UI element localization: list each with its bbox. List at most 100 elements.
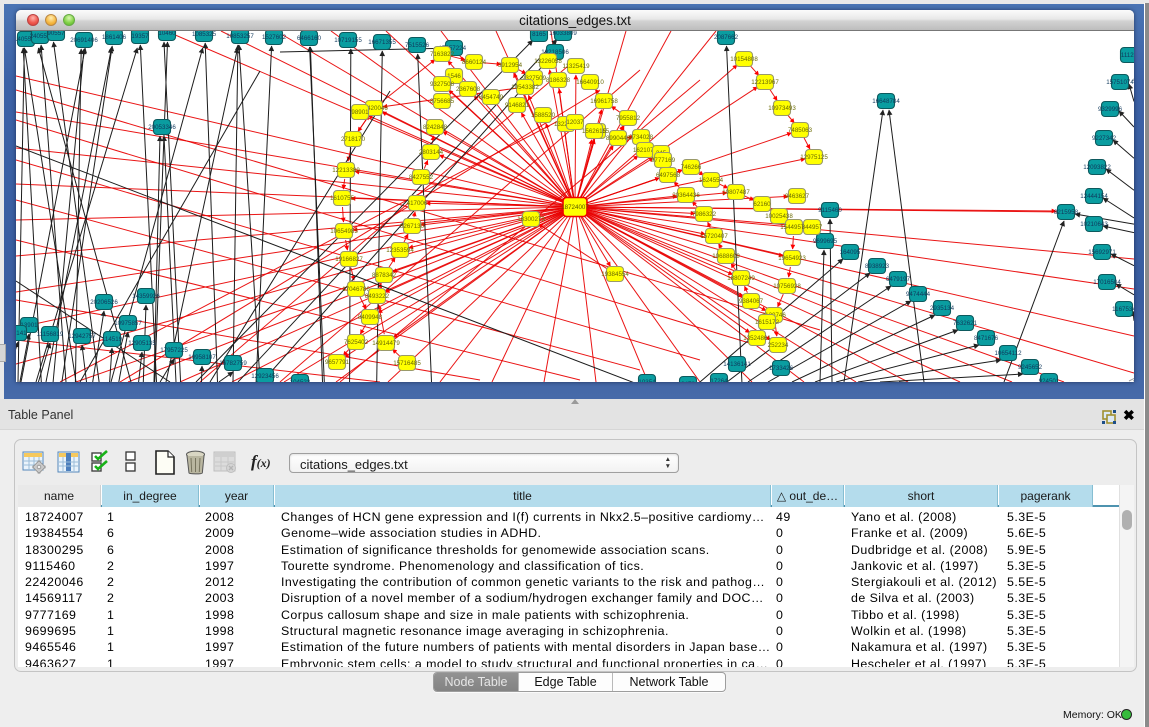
svg-text:17264: 17264 xyxy=(710,378,728,382)
svg-text:8242848: 8242848 xyxy=(423,124,448,131)
svg-text:9474444: 9474444 xyxy=(906,291,931,298)
svg-text:7625402: 7625402 xyxy=(344,339,369,346)
svg-text:8409948: 8409948 xyxy=(358,314,383,321)
svg-text:8454749: 8454749 xyxy=(479,94,504,101)
svg-text:8756685: 8756685 xyxy=(430,98,455,105)
svg-text:9699695: 9699695 xyxy=(813,238,838,245)
svg-text:17046786: 17046786 xyxy=(342,286,370,293)
svg-text:11122: 11122 xyxy=(1121,52,1134,59)
svg-text:9329996: 9329996 xyxy=(1098,106,1123,113)
svg-text:9227342: 9227342 xyxy=(1092,135,1117,142)
svg-text:8165: 8165 xyxy=(532,31,546,38)
svg-text:15692971: 15692971 xyxy=(1088,249,1116,256)
svg-text:924501: 924501 xyxy=(1039,378,1060,382)
svg-text:8215958: 8215958 xyxy=(1054,209,1079,216)
svg-text:6497568: 6497568 xyxy=(656,172,681,179)
svg-text:10654112: 10654112 xyxy=(994,350,1022,357)
svg-text:8471676: 8471676 xyxy=(974,335,999,342)
svg-text:39141: 39141 xyxy=(16,330,27,337)
svg-text:9115460: 9115460 xyxy=(818,207,842,214)
svg-text:2087662: 2087662 xyxy=(714,34,739,41)
svg-text:8938923: 8938923 xyxy=(865,263,890,270)
svg-text:15716485: 15716485 xyxy=(393,360,421,367)
svg-text:8267130: 8267130 xyxy=(400,223,425,230)
svg-text:20691406: 20691406 xyxy=(70,37,98,44)
svg-text:1624554: 1624554 xyxy=(699,177,724,184)
svg-text:20206526: 20206526 xyxy=(90,299,118,306)
svg-text:9384067: 9384067 xyxy=(739,298,764,305)
svg-text:8878342: 8878342 xyxy=(372,272,397,279)
svg-text:10719155: 10719155 xyxy=(334,37,362,44)
svg-text:13226058: 13226058 xyxy=(534,58,562,65)
svg-text:10853257: 10853257 xyxy=(226,33,254,40)
svg-text:12093822: 12093822 xyxy=(1083,164,1111,171)
svg-text:2803144: 2803144 xyxy=(419,149,444,156)
svg-text:10460: 10460 xyxy=(158,31,176,37)
svg-text:9463627: 9463627 xyxy=(785,193,810,200)
svg-text:16648784: 16648784 xyxy=(872,98,900,105)
svg-text:12213389: 12213389 xyxy=(332,167,360,174)
svg-text:62160: 62160 xyxy=(753,201,771,208)
svg-text:10154808: 10154808 xyxy=(730,56,758,63)
svg-text:9777169: 9777169 xyxy=(651,157,676,164)
svg-text:1861406: 1861406 xyxy=(102,34,127,41)
svg-text:12905135: 12905135 xyxy=(128,340,156,347)
svg-text:114519: 114519 xyxy=(102,336,123,343)
svg-text:19654923: 19654923 xyxy=(778,255,806,262)
svg-text:7515526: 7515526 xyxy=(405,42,430,49)
svg-text:6479197: 6479197 xyxy=(886,276,911,283)
svg-text:7955812: 7955812 xyxy=(616,115,641,122)
svg-text:1610755: 1610755 xyxy=(330,195,355,202)
svg-text:10688609: 10688609 xyxy=(712,253,740,260)
svg-text:19166827: 19166827 xyxy=(335,256,363,263)
svg-text:15720407: 15720407 xyxy=(700,233,728,240)
svg-text:17957225: 17957225 xyxy=(160,347,188,354)
svg-text:20364436: 20364436 xyxy=(672,192,700,199)
svg-text:6466160: 6466160 xyxy=(297,35,322,42)
svg-text:10756928: 10756928 xyxy=(773,283,801,290)
svg-text:20053346: 20053346 xyxy=(148,124,176,131)
svg-text:10973493: 10973493 xyxy=(768,105,796,112)
svg-text:16671355: 16671355 xyxy=(368,39,396,46)
svg-text:104523: 104523 xyxy=(290,379,311,382)
svg-text:9327508: 9327508 xyxy=(430,81,455,88)
svg-text:1615172: 1615172 xyxy=(755,319,780,326)
svg-text:16033809: 16033809 xyxy=(549,31,577,37)
svg-text:18807249: 18807249 xyxy=(727,275,755,282)
svg-text:10354: 10354 xyxy=(638,379,656,382)
svg-text:3912954: 3912954 xyxy=(498,62,523,69)
svg-text:9146821: 9146821 xyxy=(505,102,530,109)
svg-text:2935134: 2935134 xyxy=(930,305,955,312)
svg-text:8660124: 8660124 xyxy=(462,59,487,66)
svg-text:1167534: 1167534 xyxy=(1112,306,1134,313)
svg-text:11156819: 11156819 xyxy=(37,331,64,338)
svg-text:19357: 19357 xyxy=(131,33,149,40)
svg-text:8186328: 8186328 xyxy=(546,77,571,84)
svg-text:2718170: 2718170 xyxy=(341,136,366,143)
svg-text:252234: 252234 xyxy=(768,342,789,349)
svg-text:12037: 12037 xyxy=(566,119,584,126)
svg-text:1562615: 1562615 xyxy=(582,128,607,135)
svg-text:18724007: 18724007 xyxy=(561,204,589,211)
svg-text:1588520: 1588520 xyxy=(531,112,556,119)
svg-text:164095: 164095 xyxy=(840,249,861,256)
svg-text:12942757: 12942757 xyxy=(68,333,96,340)
svg-text:11325419: 11325419 xyxy=(562,63,590,70)
svg-text:746266: 746266 xyxy=(681,164,702,171)
svg-text:8493222: 8493222 xyxy=(365,293,390,300)
svg-text:13524861: 13524861 xyxy=(743,335,771,342)
svg-text:14136141: 14136141 xyxy=(723,361,751,368)
svg-text:10654983: 10654983 xyxy=(330,228,358,235)
svg-text:7632621: 7632621 xyxy=(953,320,978,327)
svg-text:1527602: 1527602 xyxy=(262,34,287,41)
svg-text:7485063: 7485063 xyxy=(788,127,813,134)
svg-text:8427552: 8427552 xyxy=(409,174,434,181)
svg-text:14359926: 14359926 xyxy=(132,293,160,300)
svg-text:7163822: 7163822 xyxy=(430,51,455,58)
svg-text:10543382: 10543382 xyxy=(511,84,539,91)
svg-text:10210643: 10210643 xyxy=(1080,221,1108,228)
svg-text:10975857: 10975857 xyxy=(114,320,142,327)
svg-text:18300273: 18300273 xyxy=(517,216,545,223)
svg-text:17016504: 17016504 xyxy=(1093,279,1121,286)
svg-text:10958107: 10958107 xyxy=(188,354,216,361)
